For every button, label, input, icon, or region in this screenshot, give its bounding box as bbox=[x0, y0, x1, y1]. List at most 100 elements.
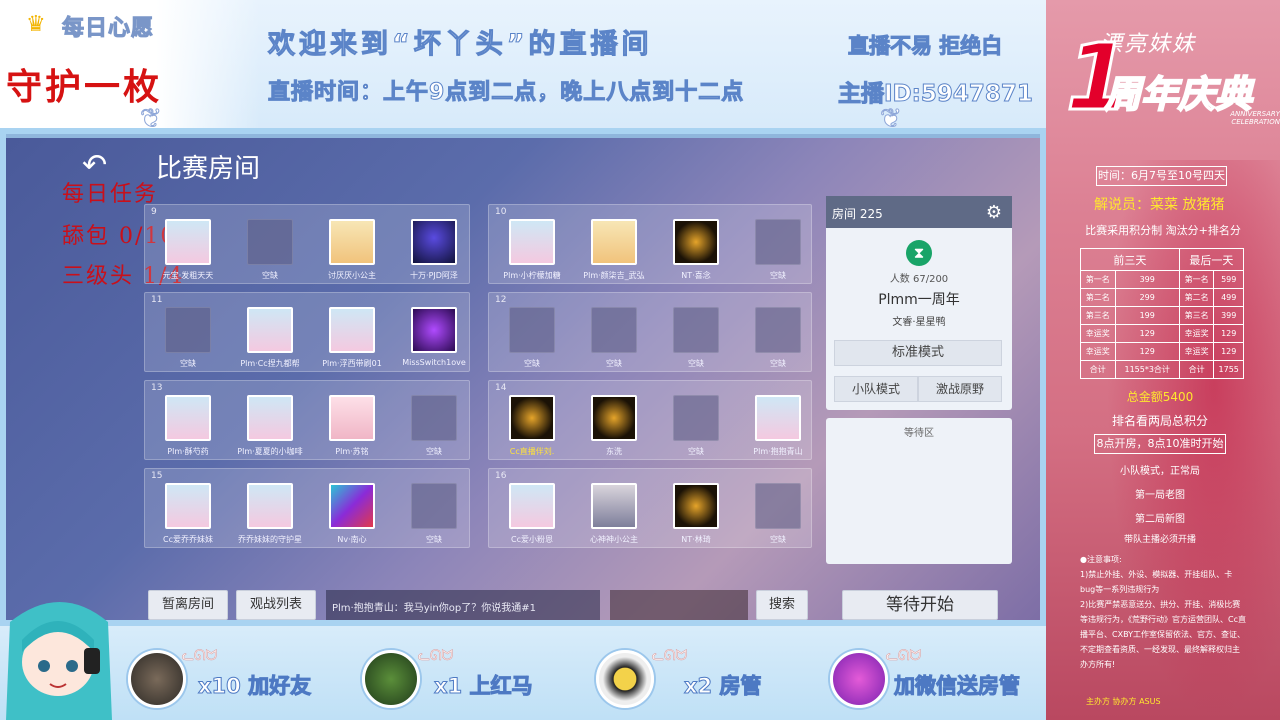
mode-info: 小队模式，正常局 bbox=[1120, 466, 1200, 477]
player-slot[interactable]: 讨厌厌小公主 bbox=[317, 219, 387, 281]
empty-slot bbox=[591, 307, 637, 353]
player-name: Plm·夏夏的小咖啡 bbox=[237, 447, 303, 456]
room-info-panel: 房间 225 ⚙ ⧗ 人数 67/200 Plmm一周年 文睿·星星鸭 标准模式… bbox=[826, 196, 1012, 410]
player-avatar bbox=[247, 395, 293, 441]
gear-icon[interactable]: ⚙ bbox=[986, 202, 1002, 223]
prize-header-last: 最后一天 bbox=[1178, 248, 1245, 271]
room-panel[interactable]: 15 Cc爱乔乔妹妹 乔乔妹妹的守护星 Nv·南心 空缺 bbox=[144, 468, 470, 548]
player-slot[interactable]: 东洗 bbox=[579, 395, 649, 457]
prize-cell: 幸运奖 bbox=[1178, 342, 1215, 361]
room-panel[interactable]: 14 Cc直播伴刘. 东洗 空缺 Plm·抱抱青山 bbox=[488, 380, 812, 460]
hourglass-icon: ⧗ bbox=[906, 240, 932, 266]
player-slot[interactable]: 空缺 bbox=[743, 483, 813, 545]
room-panel[interactable]: 10 Plm·小柠檬加糖 Plm·颜柒吉_武弘 NT·喜念 空缺 bbox=[488, 204, 812, 284]
prize-cell: 199 bbox=[1114, 306, 1180, 325]
search-button[interactable]: 搜索 bbox=[756, 590, 808, 620]
prize-cell: 第一名 bbox=[1080, 270, 1116, 289]
captain-rule: 带队主播必须开播 bbox=[1123, 535, 1196, 545]
player-slot[interactable]: 空缺 bbox=[153, 307, 223, 369]
player-name: Cc直播伴刘. bbox=[509, 447, 555, 456]
empty-slot bbox=[755, 307, 801, 353]
gift-avatar-3 bbox=[596, 650, 654, 708]
player-slot[interactable]: 空缺 bbox=[661, 307, 731, 369]
player-slot[interactable]: 空缺 bbox=[399, 483, 469, 545]
prize-cell: 129 bbox=[1114, 342, 1180, 361]
player-slot[interactable]: 空缺 bbox=[497, 307, 567, 369]
player-slot[interactable]: Plm·苏铭 bbox=[317, 395, 387, 457]
player-name: Cc爱小粉恩 bbox=[511, 535, 553, 544]
player-name: Plm·酥芍药 bbox=[167, 447, 209, 456]
leave-room-button[interactable]: 暂离房间 bbox=[148, 590, 228, 620]
wild-mode-button[interactable]: 激战原野 bbox=[918, 376, 1002, 402]
commentator-label: 解说员： bbox=[1094, 197, 1150, 213]
room-panel[interactable]: 16 Cc爱小粉恩 心神神小公主 NT·林琦 空缺 bbox=[488, 468, 812, 548]
player-slot[interactable]: 空缺 bbox=[399, 395, 469, 457]
room-slot-number: 15 bbox=[151, 471, 163, 481]
player-slot[interactable]: 乔乔妹妹的守护星 bbox=[235, 483, 305, 545]
match-room-title: 比赛房间 bbox=[156, 154, 261, 184]
player-avatar bbox=[755, 395, 801, 441]
room-slot-number: 14 bbox=[495, 383, 507, 393]
prize-cell: 399 bbox=[1213, 306, 1244, 325]
player-slot[interactable]: Cc爱乔乔妹妹 bbox=[153, 483, 223, 545]
scoring-rule: 比赛采用积分制 淘汰分+排名分 bbox=[1085, 224, 1241, 237]
player-slot[interactable]: MissSwitch1ove bbox=[399, 307, 469, 367]
total-prize: 总金额5400 bbox=[1126, 390, 1194, 404]
prize-cell: 幸运奖 bbox=[1178, 324, 1215, 343]
wait-start-button[interactable]: 等待开始 bbox=[842, 590, 998, 620]
player-slot[interactable]: 空缺 bbox=[235, 219, 305, 281]
player-name: 空缺 bbox=[688, 359, 704, 368]
player-slot[interactable]: 心神神小公主 bbox=[579, 483, 649, 545]
crown-icon: ♛ bbox=[26, 12, 46, 37]
player-name: Plm·抱抱青山 bbox=[753, 447, 803, 456]
player-avatar bbox=[329, 219, 375, 265]
player-slot[interactable]: NT·喜念 bbox=[661, 219, 731, 281]
player-slot[interactable]: Plm·酥芍药 bbox=[153, 395, 223, 457]
player-slot[interactable]: 空缺 bbox=[743, 219, 813, 281]
room-panel[interactable]: 13 Plm·酥芍药 Plm·夏夏的小咖啡 Plm·苏铭 空缺 bbox=[144, 380, 470, 460]
empty-slot bbox=[755, 483, 801, 529]
open-time: 8点开房，8点10准时开始 bbox=[1094, 434, 1226, 454]
prize-cell: 299 bbox=[1114, 288, 1180, 307]
player-slot[interactable]: Plm·颜柒吉_武弘 bbox=[579, 219, 649, 281]
player-name: Plm·小柠檬加糖 bbox=[503, 271, 561, 280]
room-panel[interactable]: 12 空缺 空缺 空缺 空缺 bbox=[488, 292, 812, 372]
player-slot[interactable]: Nv·南心 bbox=[317, 483, 387, 545]
player-slot[interactable]: Plm·夏夏的小咖啡 bbox=[235, 395, 305, 457]
rules-title: ●注意事项: bbox=[1080, 555, 1122, 564]
player-slot[interactable]: 空缺 bbox=[661, 395, 731, 457]
chat-input-bar[interactable] bbox=[610, 590, 748, 620]
player-slot[interactable]: 空缺 bbox=[743, 307, 813, 369]
player-slot[interactable]: 十万·PJD阿泽 bbox=[399, 219, 469, 281]
room-slot-number: 9 bbox=[151, 207, 157, 217]
player-name: 空缺 bbox=[426, 447, 442, 456]
cat-decoration-icon: ᓚᘏᗢ bbox=[886, 648, 922, 665]
room-panel[interactable]: 11 空缺 Plm·Cc捏九都帮 Plm·浮西带刷01 MissSwitch1ove bbox=[144, 292, 470, 372]
player-slot[interactable]: Cc直播伴刘. bbox=[497, 395, 567, 457]
player-avatar bbox=[411, 307, 457, 353]
player-name: 空缺 bbox=[770, 359, 786, 368]
player-name: 空缺 bbox=[770, 271, 786, 280]
player-slot[interactable]: Plm·抱抱青山 bbox=[743, 395, 813, 457]
player-slot[interactable]: Plm·Cc捏九都帮 bbox=[235, 307, 305, 369]
player-name: 心神神小公主 bbox=[590, 535, 638, 544]
team-mode-button[interactable]: 小队模式 bbox=[834, 376, 918, 402]
rules-text: ●注意事项: 1)禁止外挂、外设、模拟器、开挂组队、卡bug等一系列违规行为 2… bbox=[1080, 552, 1246, 672]
player-slot[interactable]: 空缺 bbox=[579, 307, 649, 369]
standard-mode-button[interactable]: 标准模式 bbox=[834, 340, 1002, 366]
empty-slot bbox=[673, 307, 719, 353]
room-panel[interactable]: 9 元宝·发粗天天 空缺 讨厌厌小公主 十万·PJD阿泽 bbox=[144, 204, 470, 284]
player-slot[interactable]: Cc爱小粉恩 bbox=[497, 483, 567, 545]
player-slot[interactable]: 元宝·发粗天天 bbox=[153, 219, 223, 281]
empty-slot bbox=[673, 395, 719, 441]
anniversary-subtitle: ANNIVERSARY CELEBRATION bbox=[1230, 110, 1280, 126]
empty-slot bbox=[165, 307, 211, 353]
spectator-list-button[interactable]: 观战列表 bbox=[236, 590, 316, 620]
player-slot[interactable]: NT·林琦 bbox=[661, 483, 731, 545]
prize-cell: 第二名 bbox=[1080, 288, 1116, 307]
cat-decoration-icon: ᓚᘏᗢ bbox=[418, 648, 454, 665]
player-slot[interactable]: Plm·小柠檬加糖 bbox=[497, 219, 567, 281]
prize-cell: 第三名 bbox=[1178, 306, 1215, 325]
player-name: 空缺 bbox=[524, 359, 540, 368]
player-slot[interactable]: Plm·浮西带刷01 bbox=[317, 307, 387, 369]
